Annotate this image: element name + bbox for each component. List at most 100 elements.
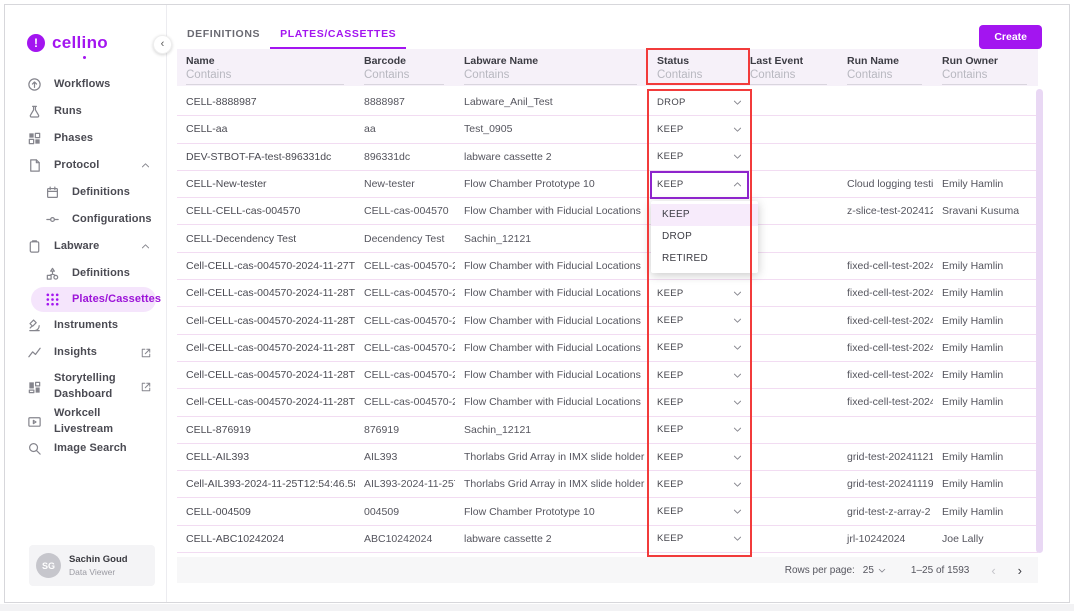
status-select[interactable]: KEEP bbox=[657, 397, 741, 408]
status-select[interactable]: KEEP bbox=[657, 151, 741, 162]
column-filter-input[interactable]: Contains bbox=[750, 69, 827, 85]
chevron-down-icon bbox=[732, 288, 741, 299]
status-option-drop[interactable]: DROP bbox=[651, 226, 758, 248]
sidebar-item-label: Image Search bbox=[54, 441, 127, 457]
table-row[interactable]: CELL-004509004509Flow Chamber Prototype … bbox=[177, 498, 1038, 525]
status-select[interactable]: KEEP bbox=[657, 533, 741, 544]
rows-per-page-select[interactable]: 25 bbox=[863, 565, 887, 576]
cell-name: CELL-CELL-cas-004570 bbox=[177, 205, 355, 217]
table-row[interactable]: Cell-CELL-cas-004570-2024-11-28T09:19:17… bbox=[177, 307, 1038, 334]
cell-status: KEEP bbox=[648, 424, 741, 435]
column-header-labware-name: Labware Name Contains bbox=[455, 49, 648, 86]
table-row[interactable]: Cell-CELL-cas-004570-2024-11-28T09:10:12… bbox=[177, 280, 1038, 307]
sidebar-item-insights[interactable]: Insights bbox=[5, 339, 166, 366]
sidebar-item-labware[interactable]: Labware bbox=[5, 233, 166, 260]
sidebar-item-definitions[interactable]: Definitions bbox=[5, 260, 166, 287]
sidebar-item-phases[interactable]: Phases bbox=[5, 125, 166, 152]
column-filter-input[interactable]: Contains bbox=[364, 69, 444, 85]
status-select[interactable]: KEEP bbox=[657, 452, 741, 463]
chevron-down-icon bbox=[732, 315, 741, 326]
cell-labware-name: Labware_Anil_Test bbox=[455, 96, 648, 108]
microscope-icon bbox=[27, 318, 42, 333]
column-label[interactable]: Run Name bbox=[847, 55, 924, 67]
cell-labware-name: Flow Chamber with Fiducial Locations bbox=[455, 369, 648, 381]
create-button[interactable]: Create bbox=[979, 25, 1042, 49]
status-option-retired[interactable]: RETIRED bbox=[651, 248, 758, 270]
cell-barcode: New-tester bbox=[355, 178, 455, 190]
column-label[interactable]: Labware Name bbox=[464, 55, 639, 67]
cell-name: Cell-CELL-cas-004570-2024-11-28T06:58:12… bbox=[177, 369, 355, 381]
table-row[interactable]: Cell-CELL-cas-004570-2024-11-28T06:58:12… bbox=[177, 335, 1038, 362]
cell-labware-name: Flow Chamber Prototype 10 bbox=[455, 506, 648, 518]
table-row[interactable]: DEV-STBOT-FA-test-896331dc896331dclabwar… bbox=[177, 144, 1038, 171]
column-filter-input[interactable]: Contains bbox=[464, 69, 637, 85]
cell-labware-name: labware cassette 2 bbox=[455, 151, 648, 163]
chevron-up-icon[interactable] bbox=[139, 240, 152, 253]
cell-barcode: aa bbox=[355, 123, 455, 135]
sidebar-item-configurations[interactable]: Configurations bbox=[5, 206, 166, 233]
status-select[interactable]: KEEP bbox=[657, 342, 741, 353]
table-row[interactable]: CELL-ABC10242024ABC10242024labware casse… bbox=[177, 526, 1038, 553]
cell-name: CELL-ABC10242024 bbox=[177, 533, 355, 545]
sidebar-item-plates-cassettes[interactable]: Plates/Cassettes bbox=[31, 287, 156, 312]
cell-barcode: ABC10242024 bbox=[355, 533, 455, 545]
status-select[interactable]: KEEP bbox=[657, 179, 741, 190]
column-label[interactable]: Name bbox=[186, 55, 346, 67]
tab-definitions[interactable]: DEFINITIONS bbox=[177, 18, 270, 49]
sidebar-item-workflows[interactable]: Workflows bbox=[5, 71, 166, 98]
column-label[interactable]: Status bbox=[657, 55, 732, 67]
sidebar-item-label: Workcell Livestream bbox=[54, 406, 152, 438]
cell-barcode: AIL393 bbox=[355, 451, 455, 463]
sidebar-item-definitions[interactable]: Definitions bbox=[5, 179, 166, 206]
status-select[interactable]: DROP bbox=[657, 97, 741, 108]
status-select[interactable]: KEEP bbox=[657, 370, 741, 381]
cell-status: KEEP bbox=[648, 124, 741, 135]
prev-page-button[interactable]: ‹ bbox=[991, 564, 995, 577]
table-row[interactable]: CELL-88889878888987Labware_Anil_TestDROP bbox=[177, 89, 1038, 116]
column-filter-input[interactable]: Contains bbox=[847, 69, 922, 85]
table-row[interactable]: CELL-aaaaTest_0905KEEP bbox=[177, 116, 1038, 143]
cell-run-owner: Emily Hamlin bbox=[933, 478, 1038, 490]
status-select[interactable]: KEEP bbox=[657, 288, 741, 299]
column-label[interactable]: Run Owner bbox=[942, 55, 1029, 67]
column-filter-input[interactable]: Contains bbox=[657, 69, 730, 85]
table-row[interactable]: Cell-AIL393-2024-11-25T12:54:46.589ZAIL3… bbox=[177, 471, 1038, 498]
status-select[interactable]: KEEP bbox=[657, 124, 741, 135]
cell-barcode: 004509 bbox=[355, 506, 455, 518]
status-select[interactable]: KEEP bbox=[657, 315, 741, 326]
table-row[interactable]: Cell-CELL-cas-004570-2024-11-28T09:08:46… bbox=[177, 389, 1038, 416]
table-row[interactable]: CELL-New-testerNew-testerFlow Chamber Pr… bbox=[177, 171, 1038, 198]
sidebar-item-protocol[interactable]: Protocol bbox=[5, 152, 166, 179]
sidebar-item-runs[interactable]: Runs bbox=[5, 98, 166, 125]
next-page-button[interactable]: › bbox=[1018, 564, 1022, 577]
status-select[interactable]: KEEP bbox=[657, 506, 741, 517]
status-select[interactable]: KEEP bbox=[657, 479, 741, 490]
table-row[interactable]: CELL-CELL-cas-004570CELL-cas-004570Flow … bbox=[177, 198, 1038, 225]
column-filter-input[interactable]: Contains bbox=[942, 69, 1027, 85]
column-label[interactable]: Last Event bbox=[750, 55, 829, 67]
sidebar-item-storytelling-dashboard[interactable]: Storytelling Dashboard bbox=[5, 366, 166, 408]
external-link-icon bbox=[140, 381, 152, 394]
table-row[interactable]: CELL-AIL393AIL393Thorlabs Grid Array in … bbox=[177, 444, 1038, 471]
status-option-keep[interactable]: KEEP bbox=[651, 204, 758, 226]
chevron-down-icon bbox=[732, 452, 741, 463]
vertical-scrollbar[interactable] bbox=[1036, 89, 1043, 553]
table-row[interactable]: CELL-Decendency TestDecendency TestSachi… bbox=[177, 225, 1038, 252]
user-card[interactable]: SG Sachin Goud Data Viewer bbox=[29, 545, 155, 586]
cellino-logo-icon: ! bbox=[27, 34, 45, 52]
table-row[interactable]: CELL-876919876919Sachin_12121KEEP bbox=[177, 417, 1038, 444]
tab-plates-cassettes[interactable]: PLATES/CASSETTES bbox=[270, 18, 406, 49]
topbar: DEFINITIONSPLATES/CASSETTES Create bbox=[167, 5, 1069, 49]
sidebar-item-instruments[interactable]: Instruments bbox=[5, 312, 166, 339]
status-select[interactable]: KEEP bbox=[657, 424, 741, 435]
column-header-run-name: Run Name Contains bbox=[838, 49, 933, 86]
sidebar-item-workcell-livestream[interactable]: Workcell Livestream bbox=[5, 408, 166, 435]
cell-labware-name: Flow Chamber with Fiducial Locations bbox=[455, 315, 648, 327]
table-row[interactable]: Cell-CELL-cas-004570-2024-11-28T06:58:12… bbox=[177, 362, 1038, 389]
cell-run-owner: Emily Hamlin bbox=[933, 260, 1038, 272]
chevron-up-icon[interactable] bbox=[139, 159, 152, 172]
column-label[interactable]: Barcode bbox=[364, 55, 446, 67]
table-row[interactable]: Cell-CELL-cas-004570-2024-11-27T13:43:57… bbox=[177, 253, 1038, 280]
sidebar-item-image-search[interactable]: Image Search bbox=[5, 435, 166, 462]
column-filter-input[interactable]: Contains bbox=[186, 69, 344, 85]
